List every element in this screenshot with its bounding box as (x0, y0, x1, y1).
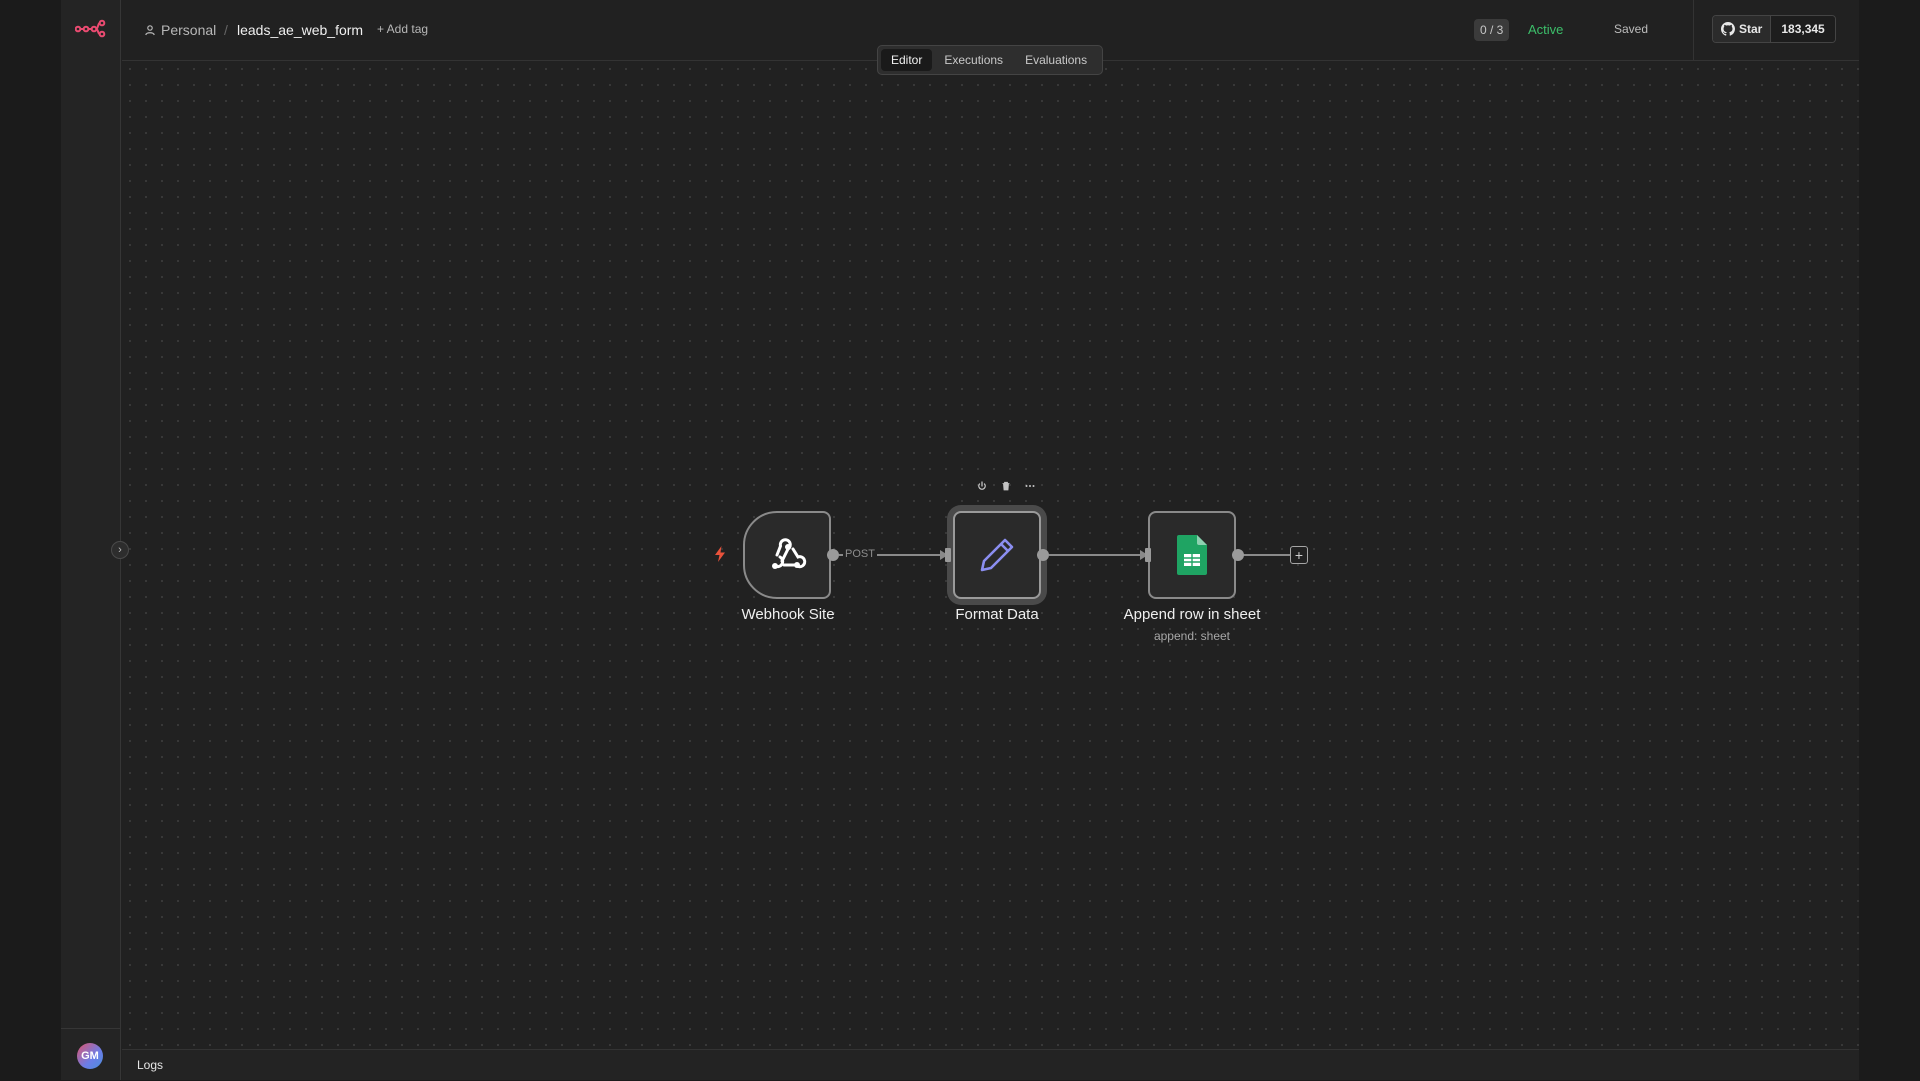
breadcrumb-separator: / (224, 22, 228, 38)
node-label: Format Data (955, 606, 1039, 623)
google-sheets-icon (1177, 535, 1207, 575)
node-webhook-site[interactable] (743, 511, 831, 599)
pencil-icon (980, 538, 1014, 572)
node-subtitle: append: sheet (1153, 629, 1231, 643)
node-toolbar (976, 480, 1036, 492)
star-label: Star (1739, 22, 1763, 36)
github-star-count[interactable]: 183,345 (1771, 16, 1835, 42)
chevron-right-icon: › (118, 544, 122, 556)
webhook-icon (772, 538, 807, 569)
user-avatar[interactable]: GM (77, 1043, 103, 1069)
node-label: Webhook Site (741, 606, 835, 623)
user-icon (145, 25, 155, 36)
header-divider (1693, 0, 1694, 61)
format-input-handle[interactable] (945, 548, 951, 562)
sidebar: GM (61, 0, 121, 1080)
plus-icon: + (1294, 547, 1304, 563)
format-output-handle[interactable] (1037, 549, 1049, 561)
trigger-bolt-icon (715, 546, 725, 562)
tab-editor[interactable]: Editor (881, 49, 933, 71)
logs-label: Logs (137, 1058, 164, 1072)
power-icon[interactable] (976, 480, 988, 492)
view-tabs: Editor Executions Evaluations (877, 45, 1104, 75)
webhook-output-handle[interactable] (827, 549, 839, 561)
github-star-widget[interactable]: Star 183,345 (1712, 15, 1836, 43)
node-label: Append row in sheet (1123, 606, 1261, 623)
node-format-data[interactable] (953, 511, 1041, 599)
tab-evaluations[interactable]: Evaluations (1015, 49, 1097, 71)
add-node-button[interactable]: + (1290, 546, 1308, 564)
workflow-name[interactable]: leads_ae_web_form (237, 22, 363, 38)
execution-counter-badge: 0 / 3 (1474, 19, 1510, 41)
sheet-input-handle[interactable] (1145, 548, 1151, 562)
more-options-icon[interactable] (1024, 480, 1036, 492)
github-icon (1721, 22, 1735, 36)
tab-executions[interactable]: Executions (934, 49, 1013, 71)
sheet-output-handle[interactable] (1232, 549, 1244, 561)
trash-icon[interactable] (1000, 480, 1012, 492)
n8n-logo-icon[interactable] (74, 18, 107, 38)
connection-label: POST (843, 548, 877, 560)
github-star-button[interactable]: Star (1713, 16, 1772, 42)
breadcrumb-project[interactable]: Personal (144, 22, 216, 38)
node-append-row-in-sheet[interactable] (1148, 511, 1236, 599)
add-tag-button[interactable]: + Add tag (377, 22, 428, 36)
save-status: Saved (1614, 22, 1649, 36)
expand-sidebar-button[interactable]: › (111, 541, 129, 559)
active-status[interactable]: Active (1528, 22, 1563, 37)
avatar-initials: GM (81, 1050, 99, 1062)
project-label: Personal (161, 22, 217, 38)
logs-panel-bar[interactable]: Logs (122, 1049, 1859, 1080)
